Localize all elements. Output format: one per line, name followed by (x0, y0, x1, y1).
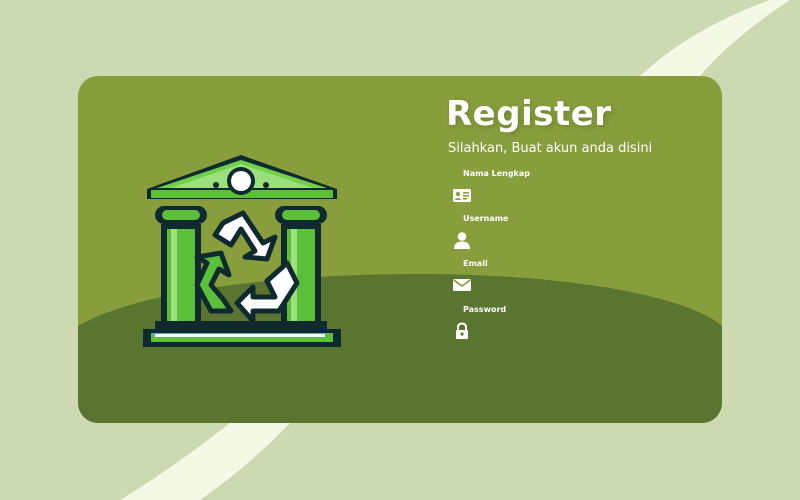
full-name-input[interactable] (480, 183, 678, 205)
register-card: Register Silahkan, Buat akun anda disini… (78, 76, 722, 423)
page-title: Register (446, 94, 612, 134)
email-field: Email (450, 259, 680, 299)
password-label: Password (463, 305, 507, 314)
email-input[interactable] (480, 273, 678, 295)
username-label: Username (463, 214, 509, 223)
password-field: Password (450, 305, 680, 345)
envelope-icon (453, 279, 471, 291)
page-subtitle: Silahkan, Buat akun anda disini (448, 141, 653, 156)
full-name-label: Nama Lengkap (463, 169, 531, 178)
lock-icon (456, 322, 468, 339)
bank-recycle-logo-icon (143, 155, 341, 347)
user-icon (454, 232, 470, 249)
username-field: Username (450, 214, 680, 254)
id-card-icon (453, 189, 471, 202)
full-name-field: Nama Lengkap (450, 169, 680, 209)
email-label: Email (463, 259, 488, 268)
username-input[interactable] (480, 228, 678, 250)
password-input[interactable] (480, 319, 678, 341)
